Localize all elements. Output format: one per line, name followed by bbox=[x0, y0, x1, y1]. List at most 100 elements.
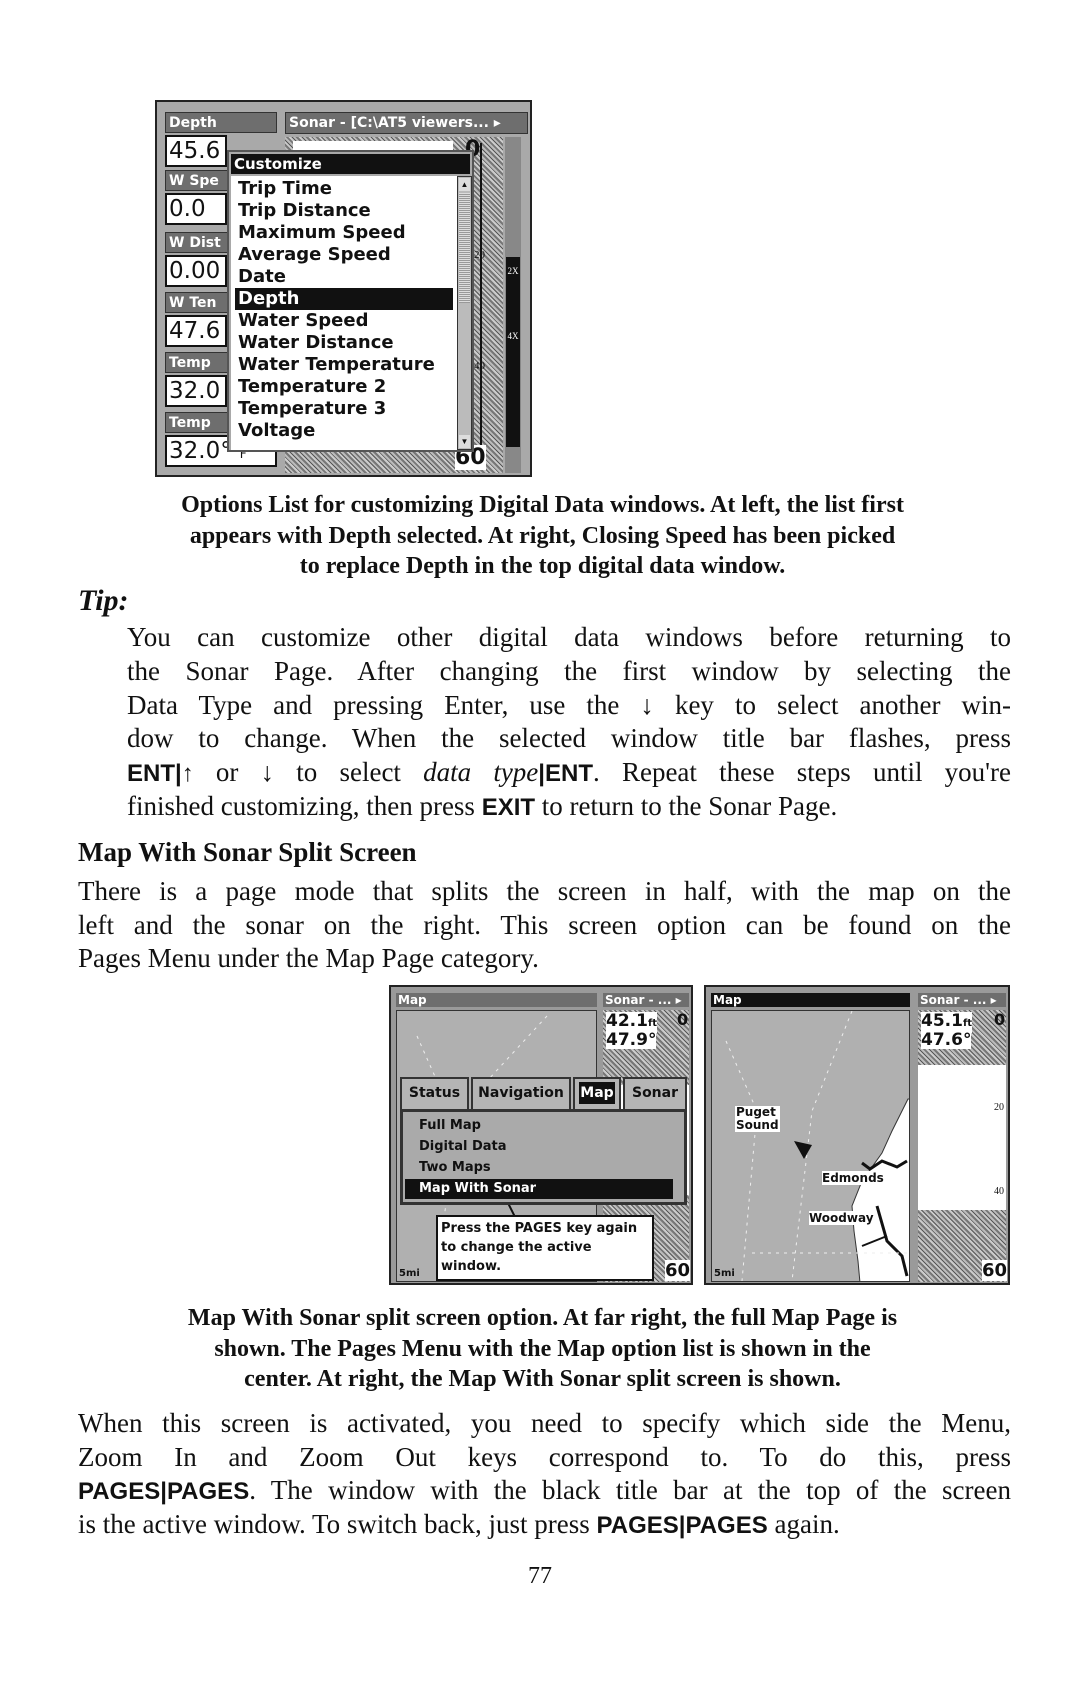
list-scrollbar[interactable]: ▲ ▼ bbox=[457, 176, 472, 450]
data-window-value-text: 0.00 bbox=[169, 258, 221, 284]
option-item[interactable]: Average Speed bbox=[235, 244, 453, 266]
text-line: There is a page mode that splits the scr… bbox=[78, 875, 1011, 907]
options-list[interactable]: Trip Time Trip Distance Maximum Speed Avera… bbox=[231, 176, 457, 450]
text-segment: Zoom In and Zoom Out keys correspond to.… bbox=[78, 1441, 1011, 1472]
scroll-thumb[interactable] bbox=[459, 193, 470, 303]
scale-bottom: 60 bbox=[665, 1260, 691, 1281]
caption-line: Map With Sonar split screen option. At f… bbox=[187, 1305, 898, 1331]
tooltip-line: Press the PAGES key again bbox=[441, 1221, 638, 1236]
caption-line: appears with Depth selected. At right, C… bbox=[189, 522, 896, 549]
text-segment: or ↓ to select bbox=[193, 757, 424, 788]
text-segment: again. bbox=[767, 1509, 840, 1540]
key-name: |ENT bbox=[538, 760, 594, 788]
key-name: PAGES|PAGES bbox=[78, 1478, 250, 1506]
tab-status[interactable]: Status bbox=[400, 1077, 469, 1109]
text-line: When this screen is activated, you need … bbox=[78, 1407, 1011, 1439]
sonar-title-bar: Sonar - [C:\AT5 viewers... ▸ bbox=[285, 112, 528, 134]
scale-20: 20 bbox=[994, 1102, 1004, 1113]
text-line: You can customize other digital data win… bbox=[127, 621, 1011, 653]
tab-sonar[interactable]: Sonar bbox=[623, 1077, 687, 1109]
depth-reading: 45.1 bbox=[921, 1011, 963, 1031]
tab-navigation[interactable]: Navigation bbox=[471, 1077, 571, 1109]
place-label: Puget Sound bbox=[735, 1106, 780, 1132]
tooltip: Press the PAGES key again to change the … bbox=[436, 1215, 654, 1281]
data-window-label: Depth bbox=[165, 112, 277, 133]
option-item[interactable]: Trip Time bbox=[235, 178, 453, 200]
data-window-value: 0.00 bbox=[165, 255, 227, 287]
data-window-value-text: 32.0 bbox=[169, 378, 221, 404]
data-window-value: 45.6 bbox=[165, 135, 227, 167]
scroll-up-arrow-icon[interactable]: ▲ bbox=[459, 178, 470, 191]
pages-menu-screenshot: Map Sonar - ... ▸ 5mi 42.1ft 47.9° 0 60 … bbox=[389, 985, 693, 1285]
depth-unit: ft bbox=[962, 1018, 973, 1029]
scroll-down-arrow-icon[interactable]: ▼ bbox=[459, 435, 470, 448]
pages-menu-item[interactable]: Map With Sonar bbox=[405, 1179, 673, 1199]
text-segment: . The window with the black title bar at… bbox=[249, 1475, 1011, 1506]
map-title-bar: Map bbox=[396, 993, 597, 1007]
customize-title: Customize bbox=[231, 154, 470, 174]
tab-map[interactable]: Map bbox=[573, 1077, 621, 1109]
tooltip-line: to change the active bbox=[441, 1240, 592, 1255]
tooltip-line: window. bbox=[441, 1259, 502, 1274]
text-segment: finished customizing, then press bbox=[127, 791, 482, 821]
option-item[interactable]: Voltage bbox=[235, 420, 453, 442]
text-segment: is the active window. To switch back, ju… bbox=[78, 1509, 597, 1540]
text-line: ENT|↑ or ↓ to select data type|ENT. Repe… bbox=[127, 756, 1011, 790]
map-scale-label: 5mi bbox=[399, 1268, 420, 1279]
depth-unit: ft bbox=[647, 1018, 658, 1029]
pages-menu-item[interactable]: Full Map bbox=[405, 1116, 673, 1136]
text-line: Pages Menu under the Map Page category. bbox=[78, 942, 1011, 974]
place-edmonds: Edmonds bbox=[822, 1171, 884, 1185]
caption-line: to replace Depth in the top digital data… bbox=[299, 553, 786, 579]
option-item[interactable]: Temperature 3 bbox=[235, 398, 453, 420]
text-line: left and the sonar on the right. This sc… bbox=[78, 909, 1011, 941]
text-line: the Sonar Page. After changing the first… bbox=[127, 655, 1011, 687]
sonar-pane: 45.1ft 47.6° 0 20 40 60 bbox=[918, 1010, 1008, 1282]
text-segment: When this screen is activated, you need … bbox=[78, 1408, 1011, 1438]
place-woodway: Woodway bbox=[809, 1211, 874, 1225]
sonar-title-bar: Sonar - ... ▸ bbox=[918, 993, 1006, 1007]
key-name: ENT|↑ bbox=[127, 760, 194, 788]
page-number: 77 bbox=[528, 1563, 552, 1589]
depth-scale-20: 20 bbox=[474, 249, 485, 261]
data-window-value-text: 45.6 bbox=[169, 138, 221, 164]
text-segment: to return to the Sonar Page. bbox=[535, 791, 838, 821]
pages-menu-item[interactable]: Digital Data bbox=[405, 1137, 673, 1157]
text-line: Data Type and pressing Enter, use the ↓ … bbox=[127, 689, 1011, 721]
zoom-bar: 2X 4X bbox=[505, 137, 521, 473]
caption-line: shown. The Pages Menu with the Map optio… bbox=[214, 1335, 871, 1362]
text-line: PAGES|PAGES. The window with the black t… bbox=[78, 1474, 1011, 1508]
text-segment: There is a page mode that splits the scr… bbox=[78, 876, 1011, 906]
text-segment: left and the sonar on the right. This sc… bbox=[78, 909, 1011, 940]
depth-scale-40: 40 bbox=[474, 360, 485, 372]
map-pages-menu: Full Map Digital Data Two Maps Map With Son… bbox=[400, 1109, 687, 1205]
text-segment: Pages Menu under the Map Page category. bbox=[78, 943, 539, 973]
caption-line: center. At right, the Map With Sonar spl… bbox=[244, 1366, 841, 1392]
option-item[interactable]: Depth bbox=[235, 288, 453, 310]
data-window-value-text: 47.6 bbox=[169, 318, 221, 344]
tab-map-label: Map bbox=[579, 1082, 615, 1104]
map-title-bar-active: Map bbox=[711, 993, 910, 1007]
data-window-value-text: 32.0° bbox=[169, 438, 232, 464]
data-window-value: 32.0 bbox=[165, 375, 227, 407]
option-item[interactable]: Water Distance bbox=[235, 332, 453, 354]
option-item[interactable]: Water Speed bbox=[235, 310, 453, 332]
scale-40: 40 bbox=[994, 1186, 1004, 1197]
option-item[interactable]: Water Temperature bbox=[235, 354, 453, 376]
coastline bbox=[725, 1011, 909, 1281]
text-line: is the active window. To switch back, ju… bbox=[78, 1508, 1011, 1542]
option-item[interactable]: Temperature 2 bbox=[235, 376, 453, 398]
zoom-4x-label: 4X bbox=[507, 331, 519, 341]
option-item[interactable]: Date bbox=[235, 266, 453, 288]
option-item[interactable]: Maximum Speed bbox=[235, 222, 453, 244]
data-window-value-text: 0.0 bbox=[169, 196, 206, 222]
pages-menu-item[interactable]: Two Maps bbox=[405, 1158, 673, 1178]
text-segment: . Repeat these steps until you're bbox=[593, 757, 1011, 788]
scale-top: 0 bbox=[677, 1010, 689, 1029]
water-temp-reading: 47.6° bbox=[921, 1030, 972, 1050]
key-name: PAGES|PAGES bbox=[596, 1512, 768, 1540]
text-segment: dow to change. When the selected window … bbox=[127, 723, 1011, 754]
option-item[interactable]: Trip Distance bbox=[235, 200, 453, 222]
data-window-value: 47.6 bbox=[165, 315, 227, 347]
text-line: Zoom In and Zoom Out keys correspond to.… bbox=[78, 1441, 1011, 1473]
